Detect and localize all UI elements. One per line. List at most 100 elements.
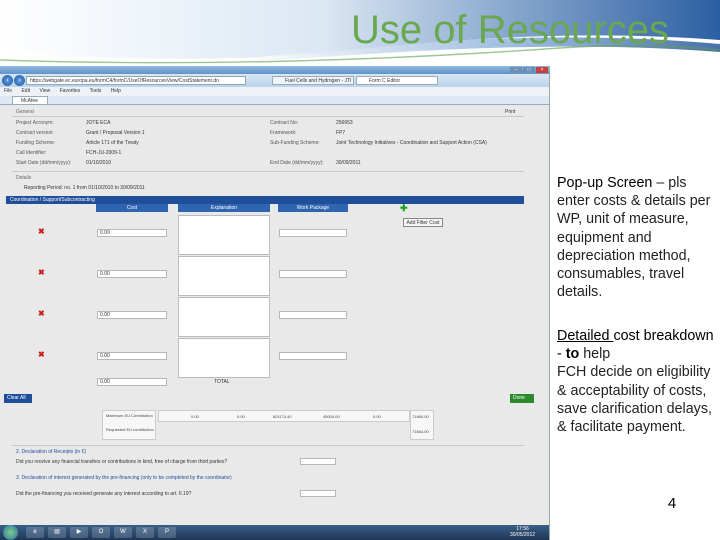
favorite-mcafee[interactable]: McAfee	[12, 96, 48, 105]
menu-help[interactable]: Help	[111, 87, 121, 96]
menu-view[interactable]: View	[39, 87, 50, 96]
clear-all-button[interactable]: Clear All	[4, 394, 32, 403]
slide: Use of Resources – □ × ‹ › https://webga…	[0, 0, 720, 540]
column-explanation: Explanation	[178, 204, 270, 212]
general-heading: General	[16, 109, 34, 115]
cost-input[interactable]: 0.00	[97, 270, 167, 278]
window-titlebar	[0, 66, 549, 74]
menu-edit[interactable]: Edit	[21, 87, 30, 96]
minimize-icon[interactable]: –	[510, 67, 522, 73]
framework-label: Framework:	[270, 130, 297, 136]
summary-value: 0.00	[237, 414, 245, 419]
work-package-input[interactable]	[279, 311, 347, 319]
total-label: TOTAL	[214, 379, 230, 385]
close-icon[interactable]: ×	[536, 67, 548, 73]
declaration-interest-heading: 3. Declaration of interest generated by …	[16, 475, 232, 481]
project-acronym-value: JOTE ECA	[86, 120, 111, 126]
interest-input[interactable]	[300, 490, 336, 497]
back-icon[interactable]: ‹	[2, 75, 13, 86]
total-input: 0.00	[97, 378, 167, 386]
section-header: Coordination / Support/Subcontracting	[6, 196, 524, 204]
taskbar: e ▤ ▶ O W X P 17:56 30/05/2012	[0, 525, 549, 540]
work-package-input[interactable]	[279, 229, 347, 237]
column-work-package: Work Package	[278, 204, 348, 212]
requested-eu-contribution-label: Requested EU contribution	[106, 427, 154, 432]
explanation-input[interactable]	[178, 256, 270, 296]
start-button[interactable]	[3, 525, 18, 540]
cost-input[interactable]: 0.00	[97, 229, 167, 237]
funding-scheme-label: Funding Scheme:	[16, 140, 56, 146]
explanation-input[interactable]	[178, 215, 270, 255]
add-filter-cost-button[interactable]: Add Filter Cost	[403, 218, 443, 227]
contract-no-label: Contract No:	[270, 120, 299, 126]
cost-input[interactable]: 0.00	[97, 311, 167, 319]
maximize-icon[interactable]: □	[523, 67, 535, 73]
declaration-receipts-text: Did you receive any financial transfers …	[16, 459, 228, 465]
detail-note-to: to	[565, 346, 580, 363]
slide-number: 4	[667, 495, 677, 512]
powerpoint-icon[interactable]: P	[158, 527, 176, 538]
explanation-input[interactable]	[178, 338, 270, 378]
detail-note-text: FCH decide on eligibility & acceptabilit…	[557, 364, 712, 436]
delete-row-icon[interactable]: ✖	[38, 351, 46, 359]
clock-date: 30/05/2012	[510, 532, 536, 538]
details-heading: Details	[16, 175, 32, 181]
forward-icon[interactable]: ›	[14, 75, 25, 86]
contract-version-value: Grant / Proposal Version 1	[86, 130, 145, 136]
receipts-input[interactable]	[300, 458, 336, 465]
cost-input[interactable]: 0.00	[97, 352, 167, 360]
start-date-value: 01/10/2010	[86, 160, 112, 166]
delete-row-icon[interactable]: ✖	[38, 269, 46, 277]
system-clock: 17:56 30/05/2012	[510, 526, 535, 538]
summary-value: 0.00	[373, 414, 381, 419]
ie-icon[interactable]: e	[26, 527, 44, 538]
detail-note-help: help	[579, 346, 611, 363]
explanation-input[interactable]	[178, 297, 270, 337]
summary-value: 0.00	[191, 414, 199, 419]
contract-no-value: 256653	[336, 120, 353, 126]
reporting-period: Reporting Period: no. 1 from 01/10/2010 …	[24, 185, 145, 191]
add-row-icon[interactable]: ✚	[400, 204, 408, 213]
divider	[12, 171, 524, 172]
declaration-receipts-heading: 2. Declaration of Receipts (in €)	[16, 449, 87, 455]
column-cost: Cost	[96, 204, 168, 212]
word-icon[interactable]: W	[114, 527, 132, 538]
divider	[12, 445, 524, 446]
url-input[interactable]: https://webgate.ec.europa.eu/formC4/form…	[26, 76, 246, 85]
menu-file[interactable]: File	[4, 87, 12, 96]
menu-tools[interactable]: Tools	[90, 87, 102, 96]
print-link[interactable]: Print	[505, 109, 515, 115]
excel-icon[interactable]: X	[136, 527, 154, 538]
start-date-label: Start Date (dd/mm/yyyy):	[16, 160, 72, 166]
media-player-icon[interactable]: ▶	[70, 527, 88, 538]
popup-note: Pop-up Screen – pls enter costs & detail…	[557, 174, 715, 301]
delete-row-icon[interactable]: ✖	[38, 310, 46, 318]
folder-icon[interactable]: ▤	[48, 527, 66, 538]
screenshot: – □ × ‹ › https://webgate.ec.europa.eu/f…	[0, 66, 550, 540]
framework-value: FP7	[336, 130, 346, 136]
work-package-input[interactable]	[279, 352, 347, 360]
detail-note: Detailed cost breakdown - to help FCH dec…	[557, 327, 715, 436]
menu-favorites[interactable]: Favorites	[60, 87, 81, 96]
contract-version-label: Contract version:	[16, 130, 54, 136]
call-identifier-value: FCH-JU-2009-1	[86, 150, 122, 156]
popup-note-lead: Pop-up Screen	[557, 175, 653, 191]
project-acronym-label: Project Acronym:	[16, 120, 54, 126]
address-bar: ‹ › https://webgate.ec.europa.eu/formC4/…	[0, 74, 549, 87]
tab-fch[interactable]: Fuel Cells and Hydrogen - JTI	[272, 76, 354, 85]
declaration-interest-text: Did the pre-financing you received gener…	[16, 491, 192, 497]
favorites-bar: McAfee	[0, 96, 549, 105]
page-content: General Print Project Acronym: JOTE ECA …	[0, 105, 549, 525]
summary-values-right: 71664.00 71664.00	[410, 410, 434, 440]
slide-title: Use of Resources	[351, 8, 669, 52]
outlook-icon[interactable]: O	[92, 527, 110, 538]
done-button[interactable]: Done	[510, 394, 534, 403]
summary-value: 45004.00	[323, 414, 340, 419]
end-date-value: 30/09/2011	[336, 160, 361, 166]
divider	[12, 116, 524, 117]
max-eu-contribution-label: Maximum EU Contribution	[106, 413, 153, 418]
delete-row-icon[interactable]: ✖	[38, 228, 46, 236]
tab-form-c-editor[interactable]: Form C Editor	[356, 76, 438, 85]
work-package-input[interactable]	[279, 270, 347, 278]
sub-funding-label: Sub-Funding Scheme:	[270, 140, 320, 146]
